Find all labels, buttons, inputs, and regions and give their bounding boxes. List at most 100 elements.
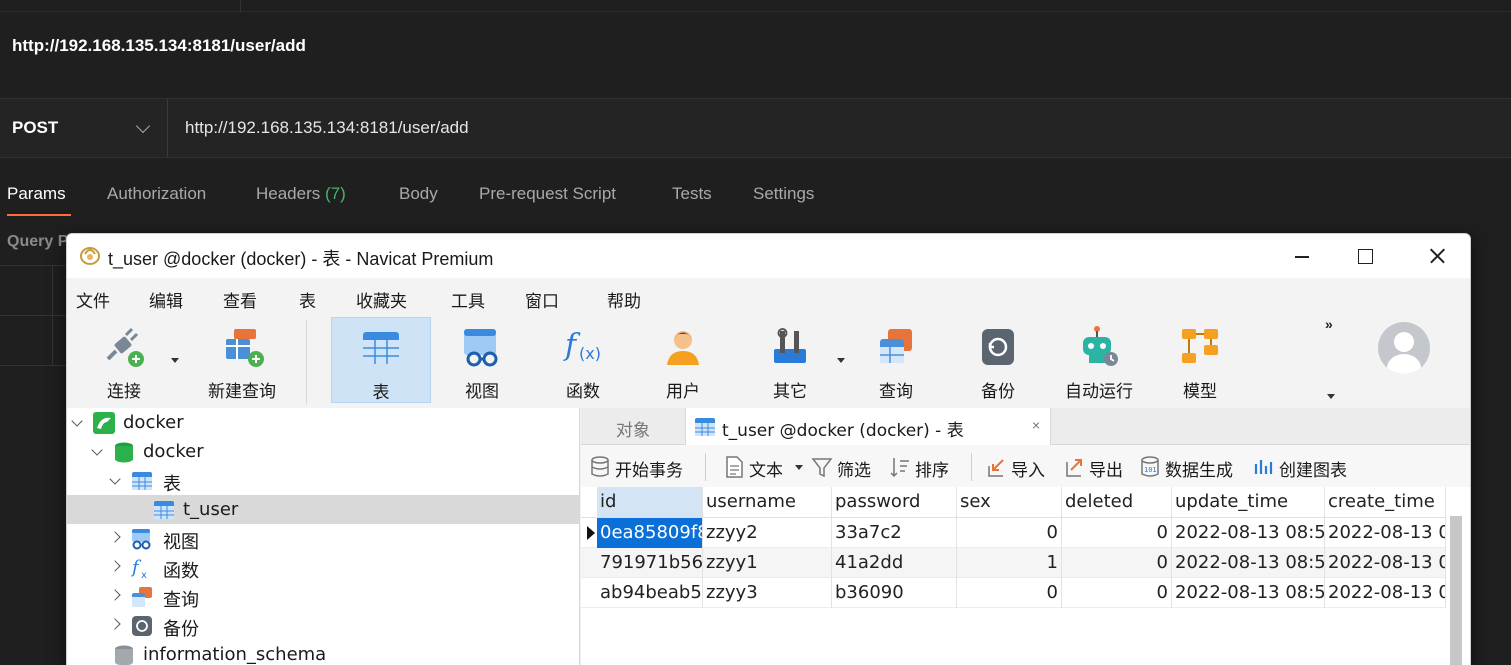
menu-file[interactable]: 文件: [76, 287, 110, 312]
tab-t-user[interactable]: t_user @docker (docker) - 表 ×: [685, 408, 1051, 445]
tree-queries-group[interactable]: 查询: [67, 582, 579, 611]
cell-password[interactable]: 33a7c2: [832, 518, 957, 548]
column-header-create-time[interactable]: create_time: [1325, 487, 1446, 517]
menu-edit[interactable]: 编辑: [149, 287, 183, 312]
tab-params[interactable]: Params: [7, 184, 66, 204]
tree-database-docker[interactable]: docker: [67, 437, 579, 466]
data-generation-button[interactable]: 数据生成: [1165, 456, 1233, 481]
chevron-right-icon[interactable]: [109, 589, 121, 601]
tab-tests[interactable]: Tests: [672, 184, 712, 204]
method-select[interactable]: POST: [0, 99, 168, 157]
create-chart-button[interactable]: 创建图表: [1279, 456, 1347, 481]
cell-username[interactable]: zzyy1: [703, 548, 832, 578]
model-button[interactable]: 模型: [1159, 317, 1241, 403]
cell-create-time[interactable]: 2022-08-13 0: [1325, 518, 1446, 548]
url-input[interactable]: http://192.168.135.134:8181/user/add: [185, 118, 469, 138]
export-button[interactable]: 导出: [1089, 456, 1123, 481]
cell-sex[interactable]: 0: [957, 578, 1062, 608]
connect-button[interactable]: 连接: [85, 317, 163, 403]
tab-pre-request-script[interactable]: Pre-request Script: [479, 184, 616, 204]
menu-view[interactable]: 查看: [223, 287, 257, 312]
chevron-down-icon[interactable]: [91, 444, 103, 456]
column-header-username[interactable]: username: [703, 487, 832, 517]
tab-authorization[interactable]: Authorization: [107, 184, 206, 204]
vertical-scrollbar[interactable]: [1450, 516, 1462, 665]
column-header-sex[interactable]: sex: [957, 487, 1062, 517]
other-dropdown-icon[interactable]: [837, 358, 845, 363]
table-button[interactable]: 表: [331, 317, 431, 403]
column-header-id[interactable]: id: [597, 487, 703, 517]
avatar[interactable]: [1378, 322, 1430, 374]
sort-button[interactable]: 排序: [915, 456, 949, 481]
minimize-button[interactable]: [1281, 242, 1321, 270]
tree-backups-group[interactable]: 备份: [67, 611, 579, 640]
tree-connection-docker[interactable]: docker: [67, 408, 579, 437]
tab-body[interactable]: Body: [399, 184, 438, 204]
toolbar-overflow-button[interactable]: »: [1325, 316, 1333, 332]
begin-transaction-button[interactable]: 开始事务: [615, 456, 683, 481]
column-header-password[interactable]: password: [832, 487, 957, 517]
cell-password[interactable]: b36090: [832, 578, 957, 608]
column-header-update-time[interactable]: update_time: [1172, 487, 1325, 517]
cell-create-time[interactable]: 2022-08-13 0: [1325, 578, 1446, 608]
table-row[interactable]: 791971b56 zzyy1 41a2dd 1 0 2022-08-13 08…: [581, 548, 1446, 578]
toolbar-overflow-dropdown-icon[interactable]: [1327, 394, 1335, 399]
cell-username[interactable]: zzyy3: [703, 578, 832, 608]
table-row[interactable]: 0ea85809f8 zzyy2 33a7c2 0 0 2022-08-13 0…: [581, 518, 1446, 548]
column-header-deleted[interactable]: deleted: [1062, 487, 1172, 517]
backup-button[interactable]: 备份: [957, 317, 1039, 403]
chevron-right-icon[interactable]: [109, 560, 121, 572]
filter-button[interactable]: 筛选: [837, 456, 871, 481]
menu-window[interactable]: 窗口: [525, 287, 559, 312]
cell-id[interactable]: ab94beab5: [597, 578, 703, 608]
text-view-button[interactable]: 文本: [749, 456, 783, 481]
cell-deleted[interactable]: 0: [1062, 548, 1172, 578]
close-tab-icon[interactable]: ×: [1032, 417, 1040, 433]
other-button[interactable]: 其它: [747, 317, 833, 403]
menu-tools[interactable]: 工具: [451, 287, 485, 312]
tab-settings[interactable]: Settings: [753, 184, 814, 204]
user-button[interactable]: 用户: [643, 317, 723, 403]
tab-objects[interactable]: 对象: [581, 408, 685, 445]
function-button[interactable]: f (x) 函数: [543, 317, 623, 403]
chevron-down-icon[interactable]: [71, 415, 83, 427]
cell-sex[interactable]: 1: [957, 548, 1062, 578]
cell-update-time[interactable]: 2022-08-13 08:59: [1172, 578, 1325, 608]
query-button[interactable]: 查询: [855, 317, 937, 403]
tree-functions-group[interactable]: f x 函数: [67, 553, 579, 582]
connect-dropdown-icon[interactable]: [171, 358, 179, 363]
view-button[interactable]: 视图: [443, 317, 521, 403]
request-name[interactable]: http://192.168.135.134:8181/user/add: [12, 36, 306, 56]
tree-label: docker: [123, 412, 184, 433]
import-button[interactable]: 导入: [1011, 456, 1045, 481]
tab-headers[interactable]: Headers (7): [256, 184, 346, 204]
cell-username[interactable]: zzyy2: [703, 518, 832, 548]
tree-database-information-schema[interactable]: information_schema: [67, 640, 579, 665]
cell-deleted[interactable]: 0: [1062, 518, 1172, 548]
maximize-button[interactable]: [1345, 242, 1385, 270]
close-button[interactable]: [1417, 242, 1457, 270]
chevron-right-icon[interactable]: [109, 618, 121, 630]
menu-favorites[interactable]: 收藏夹: [356, 287, 407, 312]
tree-table-t-user[interactable]: t_user: [67, 495, 579, 524]
menu-table[interactable]: 表: [299, 287, 316, 312]
cell-update-time[interactable]: 2022-08-13 08:59: [1172, 518, 1325, 548]
cell-deleted[interactable]: 0: [1062, 578, 1172, 608]
cell-sex[interactable]: 0: [957, 518, 1062, 548]
cell-id[interactable]: 0ea85809f8: [597, 518, 703, 548]
chart-icon: [1254, 460, 1273, 474]
cell-id[interactable]: 791971b56: [597, 548, 703, 578]
title-bar[interactable]: t_user @docker (docker) - 表 - Navicat Pr…: [67, 234, 1470, 278]
table-row[interactable]: ab94beab5 zzyy3 b36090 0 0 2022-08-13 08…: [581, 578, 1446, 608]
text-view-dropdown-icon[interactable]: [795, 465, 803, 470]
cell-update-time[interactable]: 2022-08-13 08:59: [1172, 548, 1325, 578]
chevron-right-icon[interactable]: [109, 531, 121, 543]
menu-help[interactable]: 帮助: [607, 287, 641, 312]
tree-tables-group[interactable]: 表: [67, 466, 579, 495]
chevron-down-icon[interactable]: [109, 473, 121, 485]
new-query-button[interactable]: 新建查询: [189, 317, 295, 403]
tree-views-group[interactable]: 视图: [67, 524, 579, 553]
cell-create-time[interactable]: 2022-08-13 0: [1325, 548, 1446, 578]
cell-password[interactable]: 41a2dd: [832, 548, 957, 578]
automation-button[interactable]: 自动运行: [1057, 317, 1141, 403]
